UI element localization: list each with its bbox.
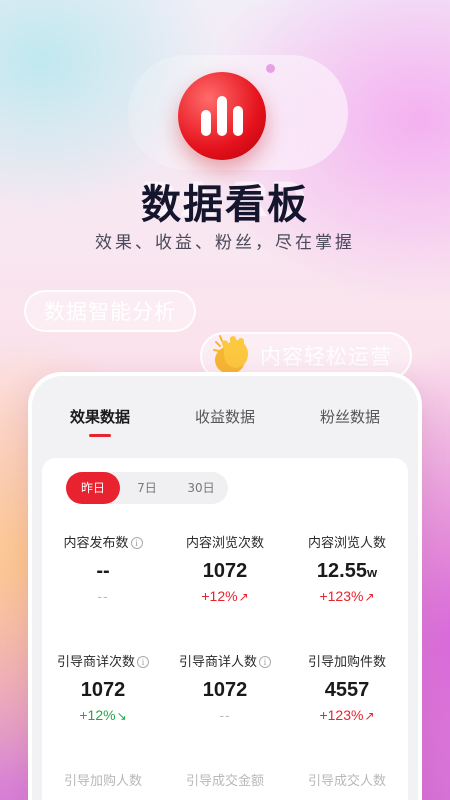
metric-content-viewers: 内容浏览人数 12.55w +123%↗ bbox=[286, 532, 408, 604]
metric-label: 引导商详次数 i bbox=[42, 651, 164, 670]
metric-value: 12.55w bbox=[316, 560, 378, 582]
metric-value: -- bbox=[96, 560, 110, 582]
tab-label: 效果数据 bbox=[70, 408, 131, 426]
metric-content-views: 内容浏览次数 1072 +12%↗ bbox=[164, 532, 286, 604]
metric-label: 引导加购人数 bbox=[63, 774, 142, 789]
metric-label: 引导商详人数 i bbox=[164, 651, 286, 670]
feature-pill-label: 内容轻松运营 bbox=[260, 345, 392, 369]
metric-change: +12%↗ bbox=[201, 588, 249, 604]
metric-change: +123%↗ bbox=[319, 588, 375, 604]
metric-value: 1072 bbox=[202, 679, 248, 701]
period-option-30-days[interactable]: 30日 bbox=[174, 472, 228, 504]
bar-chart-icon bbox=[178, 72, 266, 160]
trend-down-icon: ↘ bbox=[116, 709, 127, 723]
period-option-7-days[interactable]: 7日 bbox=[120, 472, 174, 504]
tab-effect-data[interactable]: 效果数据 bbox=[70, 406, 131, 437]
hero-title: 数据看板 bbox=[141, 182, 309, 228]
metric-label: 内容浏览次数 bbox=[185, 536, 264, 551]
metric-value: 1072 bbox=[80, 679, 126, 701]
tab-label: 收益数据 bbox=[194, 408, 255, 426]
metric-deal-users: 引导成交人数 bbox=[286, 770, 408, 789]
active-tab-indicator bbox=[89, 434, 111, 437]
decorative-dot bbox=[266, 64, 275, 73]
hero-subtitle: 效果、收益、粉丝，尽在掌握 bbox=[95, 233, 355, 253]
metric-cart-items: 引导加购件数 4557 +123%↗ bbox=[286, 651, 408, 723]
tab-fans-data[interactable]: 粉丝数据 bbox=[320, 406, 380, 427]
metric-change: +123%↗ bbox=[319, 707, 375, 723]
info-icon[interactable]: i bbox=[259, 656, 271, 668]
metric-content-published: 内容发布数 i -- -- bbox=[42, 532, 164, 604]
metric-value: 1072 bbox=[202, 560, 248, 582]
trend-up-icon: ↗ bbox=[364, 590, 375, 604]
metric-label: 引导加购件数 bbox=[307, 655, 386, 670]
trend-up-icon: ↗ bbox=[364, 709, 375, 723]
metric-cart-users: 引导加购人数 bbox=[42, 770, 164, 789]
metric-detail-visits: 引导商详次数 i 1072 +12%↘ bbox=[42, 651, 164, 723]
metric-detail-visitors: 引导商详人数 i 1072 -- bbox=[164, 651, 286, 723]
feature-pill-label: 数据智能分析 bbox=[44, 300, 176, 324]
metric-value: 4557 bbox=[324, 679, 370, 701]
tab-revenue-data[interactable]: 收益数据 bbox=[195, 406, 255, 427]
info-icon[interactable]: i bbox=[137, 656, 149, 668]
phone-mockup: 效果数据 收益数据 粉丝数据 昨日 7日 30日 内容发布数 i -- -- 内容… bbox=[28, 372, 422, 800]
metric-label: 内容浏览人数 bbox=[307, 536, 386, 551]
info-icon[interactable]: i bbox=[130, 537, 143, 549]
metric-change: +12%↘ bbox=[79, 707, 127, 723]
feature-pill-smart-analysis: 数据智能分析 bbox=[24, 290, 196, 332]
period-selector: 昨日 7日 30日 bbox=[66, 472, 228, 504]
period-option-yesterday[interactable]: 昨日 bbox=[66, 472, 120, 504]
metric-label: 内容发布数 i bbox=[42, 532, 164, 551]
metric-deal-amount: 引导成交金额 bbox=[164, 770, 286, 789]
metric-change: -- bbox=[219, 707, 231, 723]
metric-label: 引导成交人数 bbox=[307, 774, 386, 789]
metrics-card: 昨日 7日 30日 内容发布数 i -- -- 内容浏览次数 1072 +12%↗… bbox=[42, 458, 408, 800]
trend-up-icon: ↗ bbox=[238, 590, 249, 604]
tab-label: 粉丝数据 bbox=[319, 408, 380, 426]
data-tabs: 效果数据 收益数据 粉丝数据 bbox=[32, 406, 418, 437]
metric-label: 引导成交金额 bbox=[185, 774, 264, 789]
metric-change: -- bbox=[97, 588, 109, 604]
